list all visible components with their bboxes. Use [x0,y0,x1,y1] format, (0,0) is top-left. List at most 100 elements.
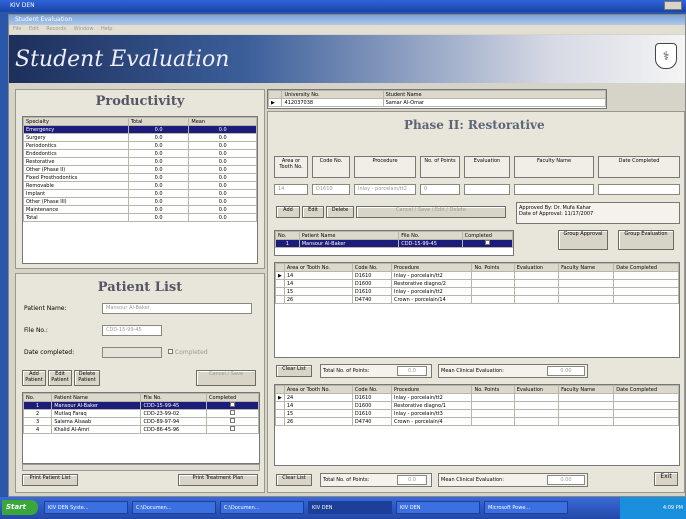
col-file-no: File No. [398,231,463,240]
app-titlebar: Student Evaluation [9,15,685,25]
table-row[interactable]: 4 Khalid Al-Amri CDD-86-45-96 [22,425,259,434]
date-completed-field[interactable] [102,347,162,358]
delete-procedure-button[interactable]: Delete [326,206,354,218]
print-treatment-plan-button[interactable]: Print Treatment Plan [178,474,258,486]
entry-field[interactable]: 0 [420,184,460,195]
menu-bar: File Edit Records Window Help [9,25,685,34]
completed-checkbox[interactable] [230,418,235,423]
table-row[interactable]: 15 D1610 Inlay - porcelain/tt2 [275,287,679,296]
entry-field[interactable]: 14 [274,184,308,195]
procedure-column-header: No. Points [471,263,515,272]
group-approval-button[interactable]: Group Approval [558,230,608,250]
table-row[interactable]: Removable 0.0 0.0 [23,181,257,190]
row-selector[interactable] [275,279,285,288]
menu-help[interactable]: Help [101,26,112,32]
completed-checkbox[interactable] [230,410,235,415]
procedure-cell [613,295,679,304]
file-no-field[interactable]: CDD-15-99-45 [102,325,162,336]
entry-field[interactable]: D1610 [312,184,350,195]
exit-button[interactable]: Exit [654,472,678,486]
entry-field[interactable]: Inlay - porcelain/tt2 [354,184,416,195]
approval-box: Approved By: Dr. Mufa Kahar Date of Appr… [516,202,680,224]
table-row[interactable]: Implant 0.0 0.0 [23,189,257,198]
table-row[interactable]: Restorative 0.0 0.0 [23,157,257,166]
window-controls[interactable] [664,1,682,10]
add-procedure-button[interactable]: Add [276,206,300,218]
menu-file[interactable]: File [13,26,21,32]
add-patient-button[interactable]: Add Patient [22,370,46,386]
entry-header: No. of Points [420,156,460,178]
start-button[interactable]: Start [2,500,38,515]
procedure-cell: Restorative diagno/2 [390,279,473,288]
procedure-cell: Restorative diagno/1 [390,401,473,410]
entry-field[interactable] [598,184,680,195]
table-row[interactable]: Fixed Prosthodontics 0.0 0.0 [23,173,257,182]
table-row[interactable]: Maintenance 0.0 0.0 [23,205,257,214]
table-row[interactable]: ▶ 24 D1610 Inlay - porcelain/tt2 [275,393,679,402]
procedure-cell: 26 [283,295,353,304]
patient-name-field[interactable]: Mansour Al-Baker [102,303,252,314]
table-row[interactable]: Periodontics 0.0 0.0 [23,141,257,150]
row-selector[interactable] [275,295,285,304]
total-cell: 0.0 [127,165,190,174]
table-row[interactable]: 14 D1600 Restorative diagno/2 [275,279,679,288]
specialty-cell: Periodontics [23,141,129,150]
table-row[interactable]: ▶ 14 D1610 Inlay - porcelain/tt2 [275,271,679,280]
taskbar-item[interactable]: KIV DEN Syste... [44,501,128,514]
row-selector[interactable] [275,287,285,296]
delete-patient-button[interactable]: Delete Patient [74,370,100,386]
taskbar-item[interactable]: Microsoft Powe... [484,501,568,514]
table-row[interactable]: 14 D1600 Restorative diagno/1 [275,401,679,410]
menu-edit[interactable]: Edit [29,26,39,32]
table-row[interactable]: Endodontics 0.0 0.0 [23,149,257,158]
horizontal-scrollbar[interactable] [22,464,260,471]
mean-eval-label: Mean Clinical Evaluation: [441,368,504,374]
taskbar-item[interactable]: C:\Documen... [220,501,304,514]
specialty-cell: Maintenance [23,205,129,214]
print-patient-list-button[interactable]: Print Patient List [22,474,78,486]
cancel-save-procedure-button[interactable]: Cancel / Save / Edit / Delete [356,206,506,218]
completed-checkbox[interactable] [230,402,235,407]
edit-patient-button[interactable]: Edit Patient [48,370,72,386]
table-row[interactable]: Total 0.0 0.0 [23,213,257,222]
entry-field[interactable] [464,184,510,195]
mean-eval-top: Mean Clinical Evaluation: 0.00 [438,364,588,378]
taskbar-item[interactable]: KIV DEN [396,501,480,514]
row-selector[interactable] [275,409,285,418]
completed-checkbox[interactable] [230,426,235,431]
mean-cell: 0.0 [188,149,257,158]
group-evaluation-button[interactable]: Group Evaluation [618,230,674,250]
table-row[interactable]: 15 D1610 Inlay - porcelain/tt3 [275,409,679,418]
student-name-value: Samar Al-Omar [382,98,607,107]
procedure-cell [558,287,615,296]
completed-checkbox[interactable] [168,349,173,354]
edit-procedure-button[interactable]: Edit [302,206,324,218]
taskbar-item[interactable]: C:\Documen... [132,501,216,514]
row-selector[interactable]: ▶ [275,271,285,280]
row-selector[interactable] [275,417,285,426]
table-row[interactable]: Other (Phase III) 0.0 0.0 [23,197,257,206]
row-selector[interactable]: ▶ [275,393,285,402]
procedure-cell [613,417,679,426]
taskbar-item[interactable]: KIV DEN [308,501,392,514]
completed-checkbox[interactable] [484,240,490,245]
table-row[interactable]: 1 Mansour Al-Baker CDD-15-99-45 [275,239,514,248]
table-row[interactable]: 1 Mansour Al-Baker CDD-15-99-45 [22,401,259,410]
menu-window[interactable]: Window [74,26,94,32]
table-row[interactable]: 3 Salema Alsaab CDD-89-97-94 [22,417,259,426]
clear-list-top-button[interactable]: Clear List [276,365,312,377]
cancel-save-button[interactable]: Cancel / Save [196,370,256,386]
table-row[interactable]: 26 D4740 Crown - porcelain/4 [275,417,679,426]
clock: 4:09 PM [662,505,683,511]
table-row[interactable]: 2 Mutlaq Faraq CDD-23-99-02 [22,409,259,418]
menu-records[interactable]: Records [46,26,66,32]
procedure-column-header: Date Completed [613,263,679,272]
specialty-cell: Implant [23,189,129,198]
table-row[interactable]: 26 D4740 Crown - porcelain/14 [275,295,679,304]
row-selector[interactable] [275,401,285,410]
table-row[interactable]: Surgery 0.0 0.0 [23,133,257,142]
entry-field[interactable] [514,184,594,195]
table-row[interactable]: Other (Phase II) 0.0 0.0 [23,165,257,174]
table-row[interactable]: Emergency 0.0 0.0 [23,125,257,134]
clear-list-bottom-button[interactable]: Clear List [276,474,312,486]
